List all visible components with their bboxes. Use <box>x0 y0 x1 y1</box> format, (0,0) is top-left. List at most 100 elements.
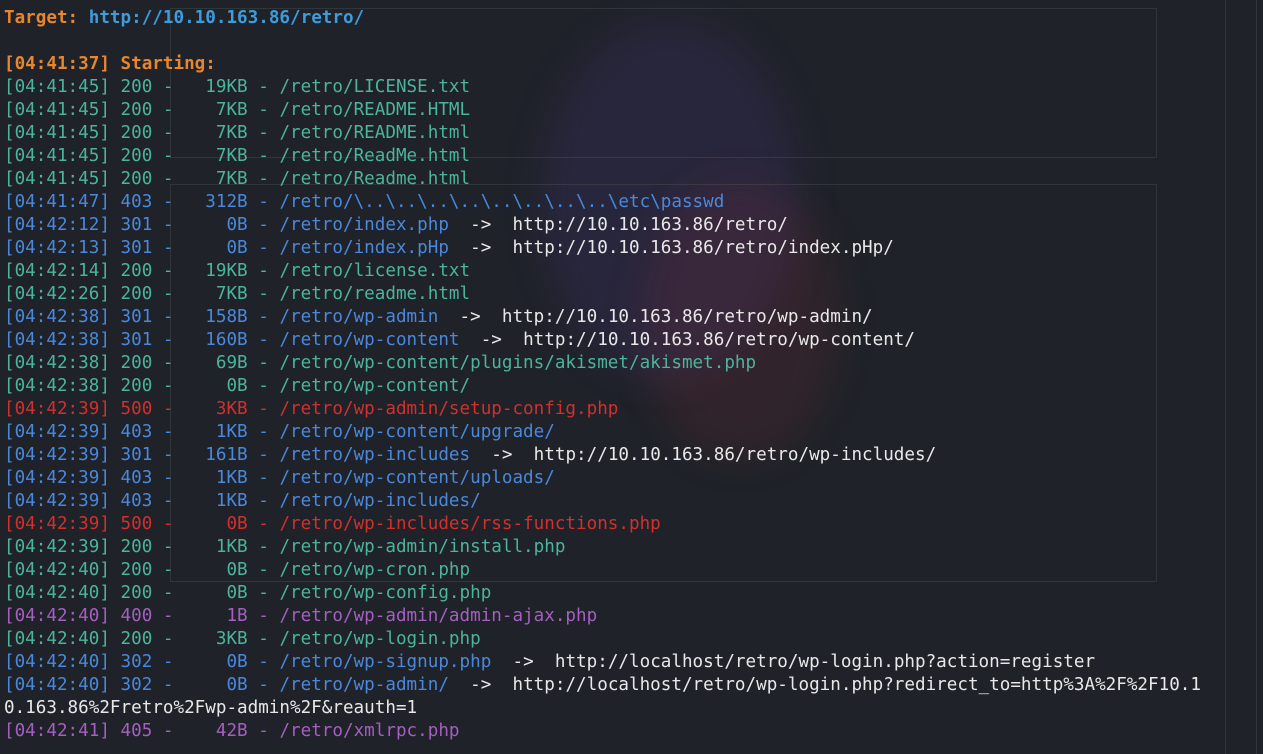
terminal-window[interactable]: Target: http://10.10.163.86/retro/ [04:4… <box>0 0 1263 754</box>
response-size: 7KB <box>215 100 248 120</box>
response-size: 158B <box>205 307 248 327</box>
status-code: 500 <box>120 514 153 534</box>
result-line: [04:42:13] 301 - 0B - /retro/index.pHp -… <box>4 237 1263 260</box>
target-label: Target: <box>4 8 79 28</box>
response-size: 7KB <box>215 146 248 166</box>
response-size: 312B <box>205 192 248 212</box>
timestamp: [04:42:26] <box>4 284 110 304</box>
result-entry: [04:42:39] 200 - 1KB - /retro/wp-admin/i… <box>4 537 566 557</box>
timestamp: [04:42:39] <box>4 491 110 511</box>
result-entry: [04:41:47] 403 - 312B - /retro/\..\..\..… <box>4 192 725 212</box>
response-size: 1B <box>226 606 248 626</box>
result-line: [04:42:39] 403 - 1KB - /retro/wp-content… <box>4 467 1263 490</box>
timestamp: [04:42:39] <box>4 537 110 557</box>
timestamp: [04:42:40] <box>4 583 110 603</box>
response-size: 0B <box>226 514 248 534</box>
status-code: 405 <box>120 721 153 741</box>
request-path: /retro/wp-config.php <box>279 583 492 603</box>
result-entry: [04:41:45] 200 - 7KB - /retro/README.HTM… <box>4 100 471 120</box>
status-code: 200 <box>120 284 153 304</box>
status-code: 200 <box>120 169 153 189</box>
response-size: 7KB <box>215 169 248 189</box>
result-line: [04:42:41] 405 - 42B - /retro/xmlrpc.php <box>4 720 1263 743</box>
redirect-url: http://10.10.163.86/retro/wp-content/ <box>523 330 915 350</box>
result-line: [04:42:40] 200 - 0B - /retro/wp-config.p… <box>4 582 1263 605</box>
response-size: 0B <box>226 652 248 672</box>
response-size: 3KB <box>215 399 248 419</box>
result-entry: [04:42:40] 200 - 0B - /retro/wp-config.p… <box>4 583 492 603</box>
result-entry: [04:42:39] 500 - 3KB - /retro/wp-admin/s… <box>4 399 619 419</box>
timestamp: [04:41:45] <box>4 100 110 120</box>
status-code: 200 <box>120 583 153 603</box>
redirect-url: http://localhost/retro/wp-login.php?acti… <box>554 652 1096 672</box>
result-line: [04:42:39] 500 - 3KB - /retro/wp-admin/s… <box>4 398 1263 421</box>
result-line: [04:42:40] 302 - 0B - /retro/wp-signup.p… <box>4 651 1263 674</box>
redirect-arrow: -> <box>470 445 534 465</box>
timestamp: [04:42:41] <box>4 721 110 741</box>
redirect-url: http://10.10.163.86/retro/wp-includes/ <box>533 445 937 465</box>
target-url: http://10.10.163.86/retro/ <box>88 8 365 28</box>
result-line: [04:41:45] 200 - 19KB - /retro/LICENSE.t… <box>4 76 1263 99</box>
result-entry: [04:41:45] 200 - 7KB - /retro/Readme.htm… <box>4 169 471 189</box>
response-size: 0B <box>226 560 248 580</box>
redirect-url: http://10.10.163.86/retro/index.pHp/ <box>512 238 894 258</box>
response-size: 69B <box>215 353 248 373</box>
result-line: [04:42:39] 403 - 1KB - /retro/wp-content… <box>4 421 1263 444</box>
result-entry: [04:41:45] 200 - 19KB - /retro/LICENSE.t… <box>4 77 471 97</box>
timestamp: [04:42:40] <box>4 675 110 695</box>
result-line: [04:42:12] 301 - 0B - /retro/index.php -… <box>4 214 1263 237</box>
timestamp: [04:42:12] <box>4 215 110 235</box>
response-size: 42B <box>215 721 248 741</box>
status-code: 200 <box>120 629 153 649</box>
result-line: [04:42:39] 301 - 161B - /retro/wp-includ… <box>4 444 1263 467</box>
request-path: /retro/readme.html <box>279 284 471 304</box>
status-code: 200 <box>120 376 153 396</box>
timestamp: [04:42:38] <box>4 376 110 396</box>
timestamp: [04:42:38] <box>4 307 110 327</box>
result-line: [04:41:47] 403 - 312B - /retro/\..\..\..… <box>4 191 1263 214</box>
result-line: [04:41:45] 200 - 7KB - /retro/ReadMe.htm… <box>4 145 1263 168</box>
request-path: /retro/license.txt <box>279 261 471 281</box>
status-code: 301 <box>120 445 153 465</box>
request-path: /retro/wp-content/plugins/akismet/akisme… <box>279 353 757 373</box>
response-size: 0B <box>226 675 248 695</box>
target-line: Target: http://10.10.163.86/retro/ <box>4 7 1263 30</box>
result-entry: [04:42:14] 200 - 19KB - /retro/license.t… <box>4 261 471 281</box>
status-code: 200 <box>120 560 153 580</box>
result-entry: [04:42:40] 200 - 0B - /retro/wp-cron.php <box>4 560 471 580</box>
result-entry: [04:42:38] 301 - 160B - /retro/wp-conten… <box>4 330 460 350</box>
result-line: [04:41:45] 200 - 7KB - /retro/README.HTM… <box>4 99 1263 122</box>
timestamp: [04:41:47] <box>4 192 110 212</box>
response-size: 3KB <box>215 629 248 649</box>
result-entry: [04:42:40] 302 - 0B - /retro/wp-signup.p… <box>4 652 492 672</box>
timestamp: [04:41:45] <box>4 77 110 97</box>
request-path: /retro/ReadMe.html <box>279 146 471 166</box>
status-code: 403 <box>120 422 153 442</box>
request-path: /retro/README.HTML <box>279 100 471 120</box>
timestamp: [04:41:45] <box>4 169 110 189</box>
timestamp: [04:41:45] <box>4 146 110 166</box>
timestamp: [04:42:13] <box>4 238 110 258</box>
status-code: 200 <box>120 353 153 373</box>
redirect-arrow: -> <box>448 215 513 235</box>
timestamp: [04:42:39] <box>4 399 110 419</box>
timestamp: [04:42:14] <box>4 261 110 281</box>
result-line: [04:42:39] 200 - 1KB - /retro/wp-admin/i… <box>4 536 1263 559</box>
result-line: [04:42:39] 500 - 0B - /retro/wp-includes… <box>4 513 1263 536</box>
response-size: 19KB <box>205 77 248 97</box>
starting-line: [04:41:37] Starting: <box>4 53 1263 76</box>
response-size: 0B <box>226 238 248 258</box>
result-entry: [04:42:13] 301 - 0B - /retro/index.pHp <box>4 238 449 258</box>
response-size: 0B <box>226 583 248 603</box>
result-entry: [04:42:39] 500 - 0B - /retro/wp-includes… <box>4 514 661 534</box>
response-size: 7KB <box>215 123 248 143</box>
redirect-url: http://localhost/retro/wp-login.php?redi… <box>512 675 1201 695</box>
response-size: 0B <box>226 215 248 235</box>
request-path: /retro/wp-includes <box>279 445 471 465</box>
status-code: 302 <box>120 652 153 672</box>
response-size: 161B <box>205 445 248 465</box>
request-path: /retro/README.html <box>279 123 471 143</box>
status-code: 403 <box>120 491 153 511</box>
request-path: /retro/wp-login.php <box>279 629 481 649</box>
terminal-output: Target: http://10.10.163.86/retro/ [04:4… <box>4 7 1263 743</box>
